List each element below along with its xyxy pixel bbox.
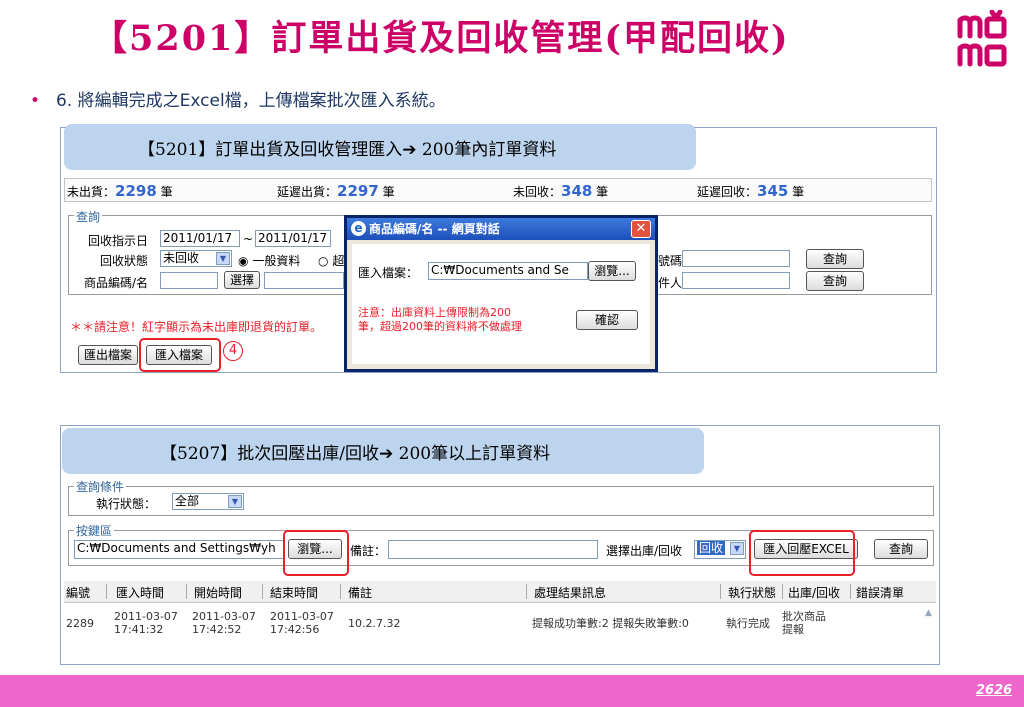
product-code-label: 商品編碼/名 [84,276,149,290]
out-recall-select-label: 選擇出庫/回收 [606,544,683,558]
stat-unshipped: 未出貨：2298 筆 [67,182,173,200]
exec-status-select[interactable]: 全部 ▼ [172,493,244,510]
page-number: 2626 [976,683,1013,698]
col-header-errors[interactable]: 錯誤清單 [856,584,904,601]
column-divider [186,584,187,599]
date-from-input[interactable]: 2011/01/17 [160,230,240,247]
column-divider [340,584,341,599]
dialog-titlebar: e 商品編碼/名 -- 網頁對話 ✕ [347,218,655,240]
recall-status-label: 回收狀態 [100,254,149,268]
chevron-down-icon: ▼ [730,542,744,555]
query-button-1[interactable]: 查詢 [806,249,864,269]
instruction-bullet: • 6. 將編輯完成之Excel檔，上傳檔案批次匯入系統。 [30,86,446,111]
column-divider [526,584,527,599]
remark-label: 備註： [350,544,387,558]
col-header-status[interactable]: 執行狀態 [728,584,776,601]
radio-checked-icon: ◉ [238,254,249,268]
scroll-up-arrow-icon[interactable]: ▲ [925,608,935,618]
remark-input[interactable] [388,540,598,559]
col-header-id[interactable]: 編號 [66,584,90,601]
col-header-type[interactable]: 出庫/回收 [788,584,840,601]
export-file-button[interactable]: 匯出檔案 [78,345,138,365]
chevron-down-icon: ▼ [216,252,230,265]
exec-status-value: 全部 [175,494,200,508]
column-divider [262,584,263,599]
results-table-header: 編號 匯入時間 開始時間 結束時間 備註 處理結果訊息 執行狀態 出庫/回收 錯… [64,581,936,603]
out-recall-select[interactable]: 回收 ▼ [694,540,746,559]
shipping-stats-bar: 未出貨：2298 筆 延遲出貨：2297 筆 未回收：348 筆 延遲回收：34… [64,178,932,202]
radio-general-label: 一般資料 [252,254,301,268]
cell-result: 提報成功筆數:2 提報失敗筆數:0 [532,617,689,630]
dialog-browse-button[interactable]: 瀏覽... [588,261,636,281]
radio-unchecked-icon: ○ [318,254,329,268]
chevron-down-icon: ▼ [228,495,242,508]
top-panel-banner: 【5201】訂單出貨及回收管理匯入➔ 200筆內訂單資料 [64,124,696,170]
query-button-2[interactable]: 查詢 [806,271,864,291]
radio-general[interactable]: ◉ 一般資料 [238,252,300,269]
dialog-file-input[interactable]: C:₩Documents and Se [428,262,588,280]
red-text-notice: ＊＊請注意！紅字顯示為未出庫即退貨的訂單。 [70,320,323,334]
button-area-legend: 按鍵區 [74,522,115,539]
col-header-result[interactable]: 處理結果訊息 [534,584,606,601]
stat-delayed-recovery: 延遲回收：345 筆 [697,182,805,200]
column-divider [106,584,107,599]
exec-status-label: 執行狀態： [96,497,157,511]
date-to-input[interactable]: 2011/01/17 [255,230,331,247]
batch-file-input[interactable]: C:₩Documents and Settings₩yh [74,540,284,559]
recall-status-value: 未回收 [163,251,200,265]
query-legend: 查詢 [74,208,103,225]
batch-query-button[interactable]: 查詢 [874,539,928,559]
import-dialog: e 商品編碼/名 -- 網頁對話 ✕ 匯入檔案： C:₩Documents an… [344,215,658,372]
dialog-warning: 注意：出庫資料上傳限制為200 筆，超過200筆的資料將不做處理 [358,306,522,334]
col-header-end-time[interactable]: 結束時間 [270,584,318,601]
cell-end-time: 2011-03-07 17:42:56 [270,610,334,636]
bottom-panel-banner: 【5207】批次回壓出庫/回收➔ 200筆以上訂單資料 [62,428,704,474]
recipient-input[interactable] [682,272,790,289]
order-number-input[interactable] [682,250,790,267]
radio-other[interactable]: ○ 超 [318,252,344,269]
recall-date-label: 回收指示日 [88,234,149,248]
instruction-text: 6. 將編輯完成之Excel檔，上傳檔案批次匯入系統。 [56,91,446,111]
cell-import-time: 2011-03-07 17:41:32 [114,610,178,636]
import-button-highlight [139,338,221,372]
dialog-warning-line-1: 注意：出庫資料上傳限制為200 [358,306,511,319]
product-name-input[interactable] [264,272,344,289]
select-product-button[interactable]: 選擇 [224,271,260,289]
stat-unrecovered: 未回收：348 筆 [513,182,609,200]
product-code-input[interactable] [160,272,218,289]
column-divider [782,584,783,599]
browse-button-highlight [283,530,349,576]
momo-logo [957,10,1007,67]
import-excel-highlight [749,530,855,576]
col-header-import-time[interactable]: 匯入時間 [116,584,164,601]
cell-remark: 10.2.7.32 [348,617,401,630]
stat-delayed-shipping: 延遲出貨：2297 筆 [277,182,395,200]
close-icon[interactable]: ✕ [631,220,651,238]
out-recall-value: 回收 [697,541,726,555]
date-separator: ~ [243,232,254,246]
col-header-start-time[interactable]: 開始時間 [194,584,242,601]
dialog-confirm-button[interactable]: 確認 [576,310,638,330]
dialog-import-label: 匯入檔案： [358,266,419,280]
cell-status: 執行完成 [726,617,770,630]
dialog-warning-line-2: 筆，超過200筆的資料將不做處理 [358,320,522,333]
step-4-marker: 4 [223,341,243,361]
cell-start-time: 2011-03-07 17:42:52 [192,610,256,636]
col-header-remark[interactable]: 備註 [348,584,372,601]
dialog-body: 匯入檔案： C:₩Documents and Se 瀏覽... 注意：出庫資料上… [352,244,650,364]
ie-icon: e [351,221,366,236]
dialog-title: 商品編碼/名 -- 網頁對話 [369,222,500,236]
order-number-label: 號碼 [658,254,683,268]
column-divider [720,584,721,599]
recall-status-select[interactable]: 未回收 ▼ [160,250,232,267]
bullet-symbol: • [30,91,41,111]
query-condition-legend: 查詢條件 [74,478,127,495]
radio-other-label: 超 [332,254,345,268]
recipient-label: 件人 [658,276,683,290]
slide-title: 【5201】訂單出貨及回收管理(甲配回收) [92,18,790,59]
footer-bar [0,675,1024,707]
column-divider [850,584,851,599]
cell-type: 批次商品 提報 [782,610,826,636]
cell-id: 2289 [66,617,94,630]
